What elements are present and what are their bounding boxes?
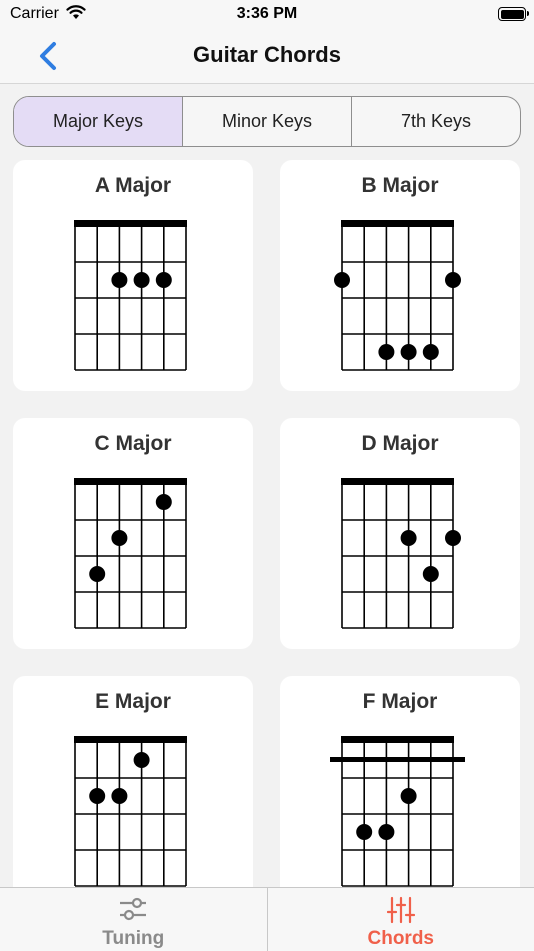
clock: 3:36 PM <box>0 5 534 23</box>
finger-dot <box>111 272 127 288</box>
nut <box>341 478 454 485</box>
tab-tuning-label: Tuning <box>0 928 267 950</box>
finger-dot <box>401 344 417 360</box>
finger-dot <box>156 494 172 510</box>
chord-diagram <box>280 160 520 391</box>
finger-dot <box>156 272 172 288</box>
barre-bar <box>330 757 465 762</box>
segment-7th-keys[interactable]: 7th Keys <box>352 97 520 146</box>
key-type-segmented-control: Major Keys Minor Keys 7th Keys <box>13 96 521 147</box>
chord-diagram <box>13 676 253 907</box>
page-title: Guitar Chords <box>0 42 534 68</box>
tab-chords[interactable]: Chords <box>267 888 534 951</box>
chord-card-b-major[interactable]: B Major <box>280 160 520 391</box>
finger-dot <box>89 788 105 804</box>
finger-dot <box>111 530 127 546</box>
finger-dot <box>134 752 150 768</box>
chord-diagram <box>13 160 253 391</box>
finger-dot <box>378 344 394 360</box>
chord-diagram <box>13 418 253 649</box>
nut <box>74 736 187 743</box>
segment-major-keys[interactable]: Major Keys <box>14 97 183 146</box>
finger-dot <box>445 272 461 288</box>
finger-dot <box>111 788 127 804</box>
nut <box>74 220 187 227</box>
chord-diagram <box>280 676 520 907</box>
battery-icon <box>498 7 526 21</box>
chord-card-c-major[interactable]: C Major <box>13 418 253 649</box>
chord-card-e-major[interactable]: E Major <box>13 676 253 907</box>
sliders-vertical-icon <box>387 896 415 929</box>
finger-dot <box>423 344 439 360</box>
chord-diagram <box>280 418 520 649</box>
finger-dot <box>334 272 350 288</box>
chord-card-a-major[interactable]: A Major <box>13 160 253 391</box>
finger-dot <box>423 566 439 582</box>
sliders-horizontal-icon <box>118 896 148 927</box>
chord-card-d-major[interactable]: D Major <box>280 418 520 649</box>
segment-minor-keys[interactable]: Minor Keys <box>183 97 352 146</box>
finger-dot <box>401 530 417 546</box>
finger-dot <box>356 824 372 840</box>
finger-dot <box>445 530 461 546</box>
finger-dot <box>134 272 150 288</box>
finger-dot <box>89 566 105 582</box>
nut <box>74 478 187 485</box>
finger-dot <box>401 788 417 804</box>
tab-bar: Tuning Chords <box>0 887 534 951</box>
nut <box>341 736 454 743</box>
tab-tuning[interactable]: Tuning <box>0 888 267 951</box>
finger-dot <box>378 824 394 840</box>
chord-card-f-major[interactable]: F Major <box>280 676 520 907</box>
tab-chords-label: Chords <box>268 928 534 950</box>
status-bar: Carrier 3:36 PM <box>0 0 534 30</box>
navigation-bar: Guitar Chords <box>0 30 534 84</box>
nut <box>341 220 454 227</box>
